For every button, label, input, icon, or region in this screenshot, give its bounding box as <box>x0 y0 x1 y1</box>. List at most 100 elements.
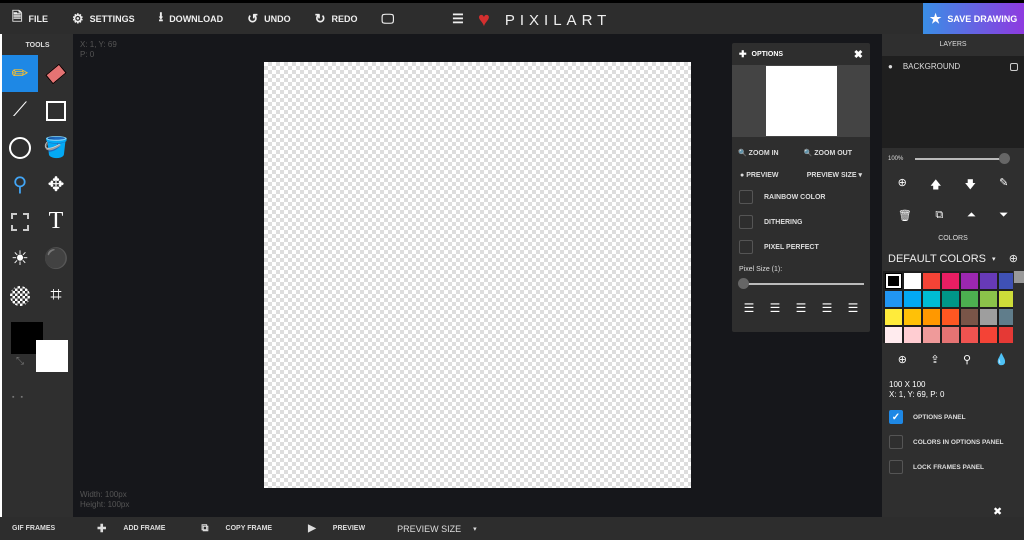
fill-tool[interactable]: 🪣 <box>38 129 74 166</box>
save-drawing-button[interactable]: ★ SAVE DRAWING <box>923 3 1024 34</box>
panel-option-checkbox[interactable] <box>889 435 903 449</box>
eyedropper-icon[interactable]: ⚲ <box>963 353 971 366</box>
logo[interactable]: ♥ PIXILART <box>478 9 611 32</box>
color-swatch[interactable] <box>885 291 902 307</box>
preview-size-dropdown[interactable]: PREVIEW SIZE ▾ <box>385 524 477 534</box>
close-icon[interactable]: ✖ <box>854 48 863 61</box>
color-swatch[interactable] <box>923 291 940 307</box>
grid-dots-icon[interactable]: ▪▪ <box>12 394 29 401</box>
drag-handle-icon[interactable]: ✚ <box>739 49 747 60</box>
swap-colors-icon[interactable]: ⤡ <box>16 356 24 367</box>
copy-frame-button[interactable]: ⧉ COPY FRAME <box>189 523 272 534</box>
edit-layer-icon[interactable]: ✎ <box>999 176 1008 195</box>
delete-layer-icon[interactable]: 🗑 <box>898 209 912 222</box>
move-layer-down-icon[interactable]: 🡇 <box>965 176 976 195</box>
color-swatch[interactable] <box>961 309 978 325</box>
eraser-icon <box>45 63 67 84</box>
align-full-icon[interactable]: ☰ <box>822 301 833 315</box>
share-palette-icon[interactable]: ⇪ <box>930 353 939 366</box>
move-tool[interactable]: ✥ <box>38 166 74 203</box>
color-swatch[interactable] <box>904 309 921 325</box>
merge-up-icon[interactable]: ⏶ <box>967 209 976 222</box>
preview-size-dropdown[interactable]: PREVIEW SIZE ▾ <box>807 171 862 179</box>
color-swatch[interactable] <box>885 273 902 289</box>
color-swatch[interactable] <box>885 309 902 325</box>
crop-tool[interactable]: ⌗ <box>38 277 74 314</box>
color-swatch[interactable] <box>999 291 1013 307</box>
zoom-in-button[interactable]: 🔍 ZOOM IN <box>738 149 779 157</box>
color-swatch[interactable] <box>885 327 902 343</box>
move-layer-up-icon[interactable]: 🡅 <box>930 176 941 195</box>
layer-visible-icon[interactable]: ● <box>888 62 893 71</box>
droplet-icon[interactable]: 💧 <box>995 353 1009 366</box>
color-swatch[interactable] <box>980 273 997 289</box>
monitor-button[interactable]: 🖵 <box>382 11 401 27</box>
color-swatch[interactable] <box>942 291 959 307</box>
pixel-size-slider[interactable] <box>738 278 864 289</box>
opacity-slider[interactable] <box>915 153 1010 164</box>
color-swatch[interactable] <box>961 273 978 289</box>
stamp-tool[interactable]: ⚫ <box>38 240 74 277</box>
color-swatch[interactable] <box>942 309 959 325</box>
caret-down-icon[interactable]: ▾ <box>992 255 996 263</box>
preview-button[interactable]: ▶ PREVIEW <box>296 523 365 534</box>
settings-button[interactable]: ⚙ SETTINGS <box>72 11 135 27</box>
add-palette-icon[interactable]: ⊕ <box>1009 252 1018 265</box>
add-frame-button[interactable]: ✚ ADD FRAME <box>85 522 165 535</box>
color-swatch[interactable] <box>999 273 1013 289</box>
color-swatch[interactable] <box>904 273 921 289</box>
drawing-canvas[interactable] <box>264 62 691 488</box>
secondary-color-swatch[interactable] <box>36 340 68 372</box>
color-swatch[interactable] <box>904 327 921 343</box>
eyedropper-tool[interactable]: ⚲ <box>2 166 38 203</box>
select-tool[interactable] <box>2 203 38 240</box>
color-swatch[interactable] <box>942 273 959 289</box>
text-tool[interactable]: T <box>38 203 74 240</box>
color-swatch[interactable] <box>999 309 1013 325</box>
undo-button[interactable]: ↺ UNDO <box>247 11 290 27</box>
layer-checkbox[interactable] <box>1010 62 1018 71</box>
color-swatch[interactable] <box>980 327 997 343</box>
line-tool[interactable]: ⟋ <box>2 92 38 129</box>
pencil-tool[interactable]: ✏ <box>2 55 38 92</box>
color-swatch[interactable] <box>904 291 921 307</box>
pixel-perfect-checkbox[interactable] <box>739 240 753 254</box>
add-color-icon[interactable]: ⊕ <box>898 353 907 366</box>
color-swatch[interactable] <box>923 273 940 289</box>
rainbow-checkbox[interactable] <box>739 190 753 204</box>
opacity-knob[interactable] <box>999 153 1010 164</box>
zoom-out-button[interactable]: 🔍 ZOOM OUT <box>804 149 852 157</box>
rectangle-tool[interactable] <box>38 92 74 129</box>
circle-tool[interactable] <box>2 129 38 166</box>
eraser-tool[interactable] <box>38 55 74 92</box>
preview-toggle[interactable]: ● PREVIEW <box>740 172 778 179</box>
align-right-icon[interactable]: ☰ <box>848 301 859 315</box>
color-swatch[interactable] <box>942 327 959 343</box>
slider-knob[interactable] <box>738 278 749 289</box>
menu-button[interactable]: ☰ <box>452 11 470 27</box>
align-center-icon[interactable]: ☰ <box>796 301 807 315</box>
merge-down-icon[interactable]: ⏷ <box>999 209 1008 222</box>
redo-button[interactable]: ↻ REDO <box>315 11 358 27</box>
align-left-icon[interactable]: ☰ <box>744 301 755 315</box>
color-swatch[interactable] <box>923 327 940 343</box>
palette-scrollbar[interactable] <box>1014 271 1024 283</box>
color-swatch[interactable] <box>999 327 1013 343</box>
lighten-tool[interactable]: ☀ <box>2 240 38 277</box>
color-swatch[interactable] <box>980 291 997 307</box>
color-swatch[interactable] <box>923 309 940 325</box>
download-button[interactable]: ⭳ DOWNLOAD <box>159 8 224 30</box>
dithering-checkbox[interactable] <box>739 215 753 229</box>
align-justify-icon[interactable]: ☰ <box>770 301 781 315</box>
add-layer-icon[interactable]: ⊕ <box>898 176 907 195</box>
color-swatch[interactable] <box>961 291 978 307</box>
panel-option-checkbox[interactable] <box>889 460 903 474</box>
panel-option-checkbox[interactable]: ✓ <box>889 410 903 424</box>
layer-item[interactable]: ● BACKGROUND <box>882 56 1024 77</box>
dither-tool[interactable] <box>2 277 38 314</box>
duplicate-layer-icon[interactable]: ⧉ <box>935 209 943 222</box>
palette-dropdown[interactable]: DEFAULT COLORS <box>888 253 986 265</box>
color-swatch[interactable] <box>961 327 978 343</box>
file-button[interactable]: 🗎 FILE <box>12 8 48 30</box>
color-swatch[interactable] <box>980 309 997 325</box>
